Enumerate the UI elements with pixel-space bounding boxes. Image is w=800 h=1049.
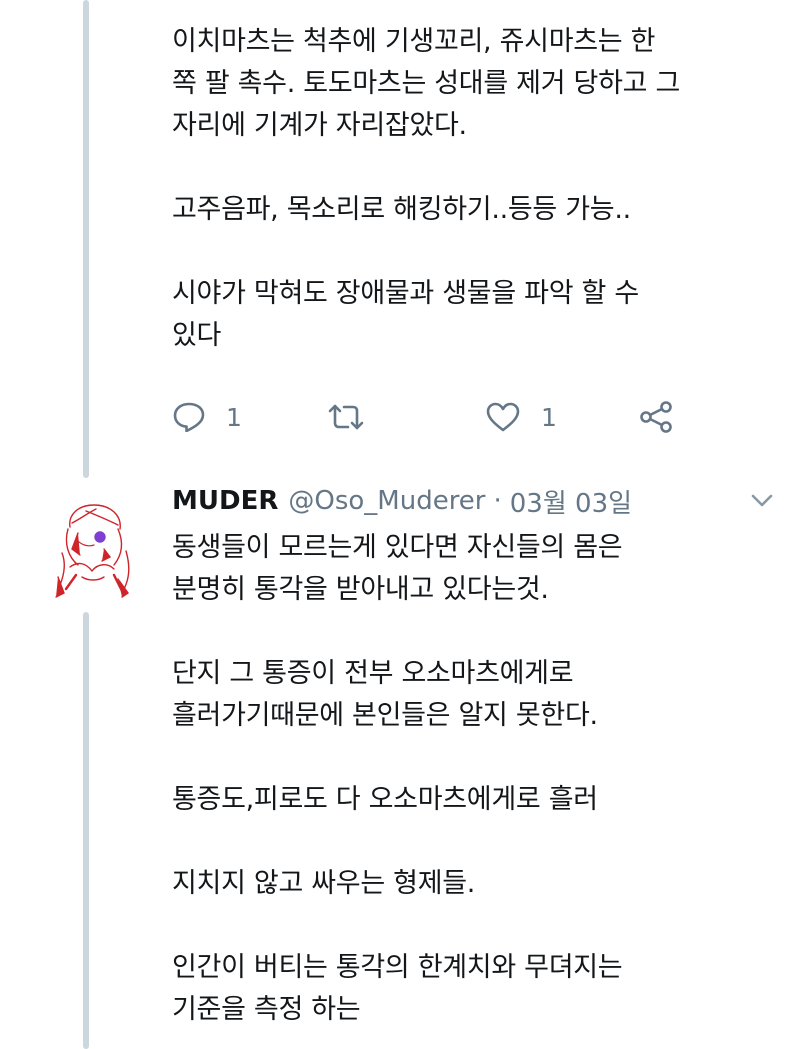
reply-button[interactable]: 1 <box>172 392 242 442</box>
author-handle[interactable]: @Oso_Muderer <box>288 486 485 516</box>
retweet-button[interactable] <box>327 392 365 442</box>
separator-dot: · <box>493 486 502 516</box>
share-icon <box>638 400 674 434</box>
like-count: 1 <box>541 402 557 432</box>
tweet-text-line: 통증도,피로도 다 오소마츠에게로 흘러 <box>172 784 598 815</box>
tweet-1-text: 이치마츠는 척추에 기생꼬리, 쥬시마츠는 한 쪽 팔 촉수. 토도마츠는 성대… <box>172 21 787 357</box>
tweet-text-line: 분명히 통각을 받아내고 있다는것. <box>172 574 549 605</box>
tweet-2-header: MUDER @Oso_Muderer · 03월 03일 <box>172 478 787 524</box>
tweet-text-line: 인간이 버티는 통각의 한계치와 무뎌지는 <box>172 952 623 983</box>
retweet-icon <box>327 402 365 432</box>
share-button[interactable] <box>638 392 674 442</box>
tweet-text-line: 동생들이 모르는게 있다면 자신들의 몸은 <box>172 532 623 563</box>
tweet-text-line: 흘러가기때문에 본인들은 알지 못한다. <box>172 700 598 731</box>
tweet-1-actions: 1 1 <box>172 392 692 442</box>
tweet-text-line: 자리에 기계가 자리잡았다. <box>172 110 467 141</box>
thread-line-top <box>83 0 89 478</box>
chevron-down-icon <box>748 494 776 514</box>
tweet-menu-button[interactable] <box>748 490 776 510</box>
reply-count: 1 <box>226 402 242 432</box>
tweet-date[interactable]: 03월 03일 <box>510 483 632 520</box>
like-button[interactable]: 1 <box>485 392 557 442</box>
tweet-text-line: 쪽 팔 촉수. 토도마츠는 성대를 제거 당하고 그 <box>172 68 680 99</box>
tweet-text-line: 고주음파, 목소리로 해킹하기..등등 가능.. <box>172 194 631 225</box>
tweet-text-line: 지치지 않고 싸우는 형제들. <box>172 868 476 899</box>
avatar[interactable] <box>52 493 136 605</box>
tweet-text-line: 기준을 측정 하는 <box>172 994 361 1025</box>
reply-icon <box>172 402 206 432</box>
tweet-text-line: 이치마츠는 척추에 기생꼬리, 쥬시마츠는 한 <box>172 26 656 57</box>
tweet-text-line: 단지 그 통증이 전부 오소마츠에게로 <box>172 658 574 689</box>
thread-line-bottom <box>83 612 89 1049</box>
tweet-text-line: 있다 <box>172 320 222 351</box>
author-name[interactable]: MUDER <box>172 486 278 516</box>
heart-icon <box>485 401 521 433</box>
tweet-2-text: 동생들이 모르는게 있다면 자신들의 몸은 분명히 통각을 받아내고 있다는것.… <box>172 527 787 1031</box>
tweet-text-line: 시야가 막혀도 장애물과 생물을 파악 할 수 <box>172 278 639 309</box>
